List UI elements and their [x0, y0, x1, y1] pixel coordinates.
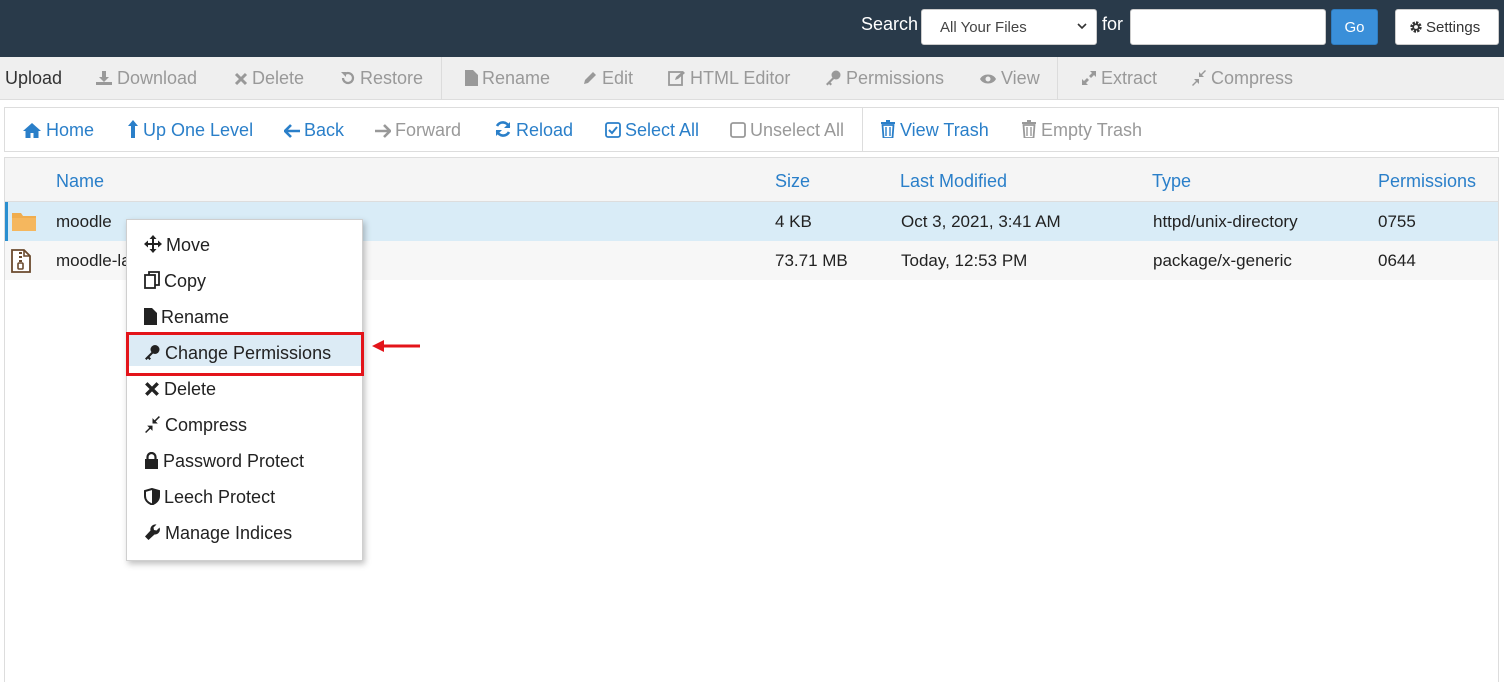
move-icon: [144, 235, 162, 253]
context-menu-manage-indices[interactable]: Manage Indices: [128, 514, 361, 546]
expand-icon: [1082, 71, 1096, 85]
empty-trash-button[interactable]: Empty Trash: [1021, 120, 1142, 141]
toolbar-divider: [441, 57, 442, 100]
home-button[interactable]: Home: [22, 120, 94, 141]
search-label: Search: [861, 14, 919, 34]
file-permissions: 0755: [1378, 212, 1416, 231]
column-header-type[interactable]: Type: [1152, 171, 1191, 192]
pencil-icon: [584, 72, 596, 84]
top-search-bar: Search All Your Files for Go Settings: [0, 0, 1504, 57]
view-trash-button[interactable]: View Trash: [880, 120, 989, 141]
gear-icon: [1410, 21, 1422, 33]
eye-icon: [980, 74, 996, 84]
home-icon: [23, 123, 41, 138]
edit-button[interactable]: Edit: [582, 68, 633, 89]
edit-square-icon: [668, 71, 685, 86]
forward-button[interactable]: Forward: [375, 120, 461, 141]
action-toolbar: Upload Download Delete Restore Rename Ed…: [0, 57, 1504, 100]
navigation-bar: Home Up One Level Back Forward Reload Se…: [4, 107, 1499, 152]
wrench-icon: [145, 524, 160, 540]
extract-button[interactable]: Extract: [1081, 68, 1157, 89]
level-up-icon: [128, 120, 138, 138]
upload-button[interactable]: Upload: [5, 68, 62, 89]
file-name: moodle-la: [56, 251, 131, 270]
delete-button[interactable]: Delete: [234, 68, 304, 89]
context-menu-move[interactable]: Move: [128, 226, 361, 258]
column-header-name[interactable]: Name: [56, 171, 104, 192]
compress-icon: [145, 416, 160, 433]
file-type: httpd/unix-directory: [1153, 212, 1298, 231]
rename-button[interactable]: Rename: [465, 68, 550, 89]
trash-icon: [1022, 120, 1036, 139]
lock-icon: [145, 451, 158, 469]
search-scope-select[interactable]: All Your Files: [921, 9, 1097, 45]
undo-icon: [341, 71, 355, 85]
context-menu-rename[interactable]: Rename: [128, 298, 361, 330]
refresh-icon: [495, 121, 511, 137]
check-square-icon: [605, 122, 621, 138]
column-header-permissions[interactable]: Permissions: [1378, 171, 1476, 192]
context-menu-password-protect[interactable]: Password Protect: [128, 442, 361, 474]
file-modified: Today, 12:53 PM: [901, 251, 1028, 270]
for-label: for: [1102, 14, 1124, 34]
context-menu: Move Copy Rename Change Permissions Dele…: [126, 219, 363, 561]
download-icon: [96, 71, 112, 85]
search-scope-value: All Your Files: [940, 19, 1027, 36]
unselect-all-button[interactable]: Unselect All: [730, 120, 844, 141]
highlight-box: [126, 332, 364, 376]
square-icon: [730, 122, 746, 138]
times-icon: [234, 72, 248, 86]
times-icon: [145, 382, 159, 396]
compress-icon: [1192, 70, 1206, 86]
view-button[interactable]: View: [979, 68, 1040, 89]
search-input[interactable]: [1130, 9, 1326, 45]
arrow-left-annotation-icon: [372, 340, 420, 352]
archive-file-icon: [11, 249, 31, 273]
html-editor-button[interactable]: HTML Editor: [668, 68, 790, 89]
chevron-down-icon: [1077, 23, 1087, 30]
arrow-right-icon: [375, 124, 392, 138]
settings-label: Settings: [1426, 19, 1481, 36]
trash-icon: [881, 120, 895, 139]
context-menu-copy[interactable]: Copy: [128, 262, 361, 294]
file-permissions: 0644: [1378, 251, 1416, 270]
file-icon: [144, 308, 157, 325]
back-button[interactable]: Back: [283, 120, 344, 141]
column-header-size[interactable]: Size: [775, 171, 810, 192]
context-menu-leech-protect[interactable]: Leech Protect: [128, 478, 361, 510]
nav-divider: [862, 108, 863, 151]
download-button[interactable]: Download: [95, 68, 197, 89]
copy-icon: [144, 271, 160, 289]
go-button[interactable]: Go: [1331, 9, 1378, 45]
file-icon: [465, 70, 478, 86]
table-header: Name Size Last Modified Type Permissions: [5, 158, 1498, 202]
reload-button[interactable]: Reload: [494, 120, 573, 141]
file-size: 4 KB: [775, 212, 812, 231]
settings-button[interactable]: Settings: [1395, 9, 1499, 45]
restore-button[interactable]: Restore: [340, 68, 423, 89]
toolbar-divider: [1057, 57, 1058, 100]
column-header-last-modified[interactable]: Last Modified: [900, 171, 1007, 192]
folder-icon: [12, 213, 36, 231]
select-all-button[interactable]: Select All: [605, 120, 699, 141]
file-type: package/x-generic: [1153, 251, 1292, 270]
up-one-level-button[interactable]: Up One Level: [127, 120, 253, 141]
file-size: 73.71 MB: [775, 251, 848, 270]
permissions-button[interactable]: Permissions: [825, 68, 944, 89]
key-icon: [826, 70, 841, 86]
file-name: moodle: [56, 212, 112, 231]
file-modified: Oct 3, 2021, 3:41 AM: [901, 212, 1061, 231]
context-menu-compress[interactable]: Compress: [128, 406, 361, 438]
compress-button[interactable]: Compress: [1191, 68, 1293, 89]
arrow-left-icon: [283, 124, 300, 138]
shield-icon: [144, 487, 160, 506]
